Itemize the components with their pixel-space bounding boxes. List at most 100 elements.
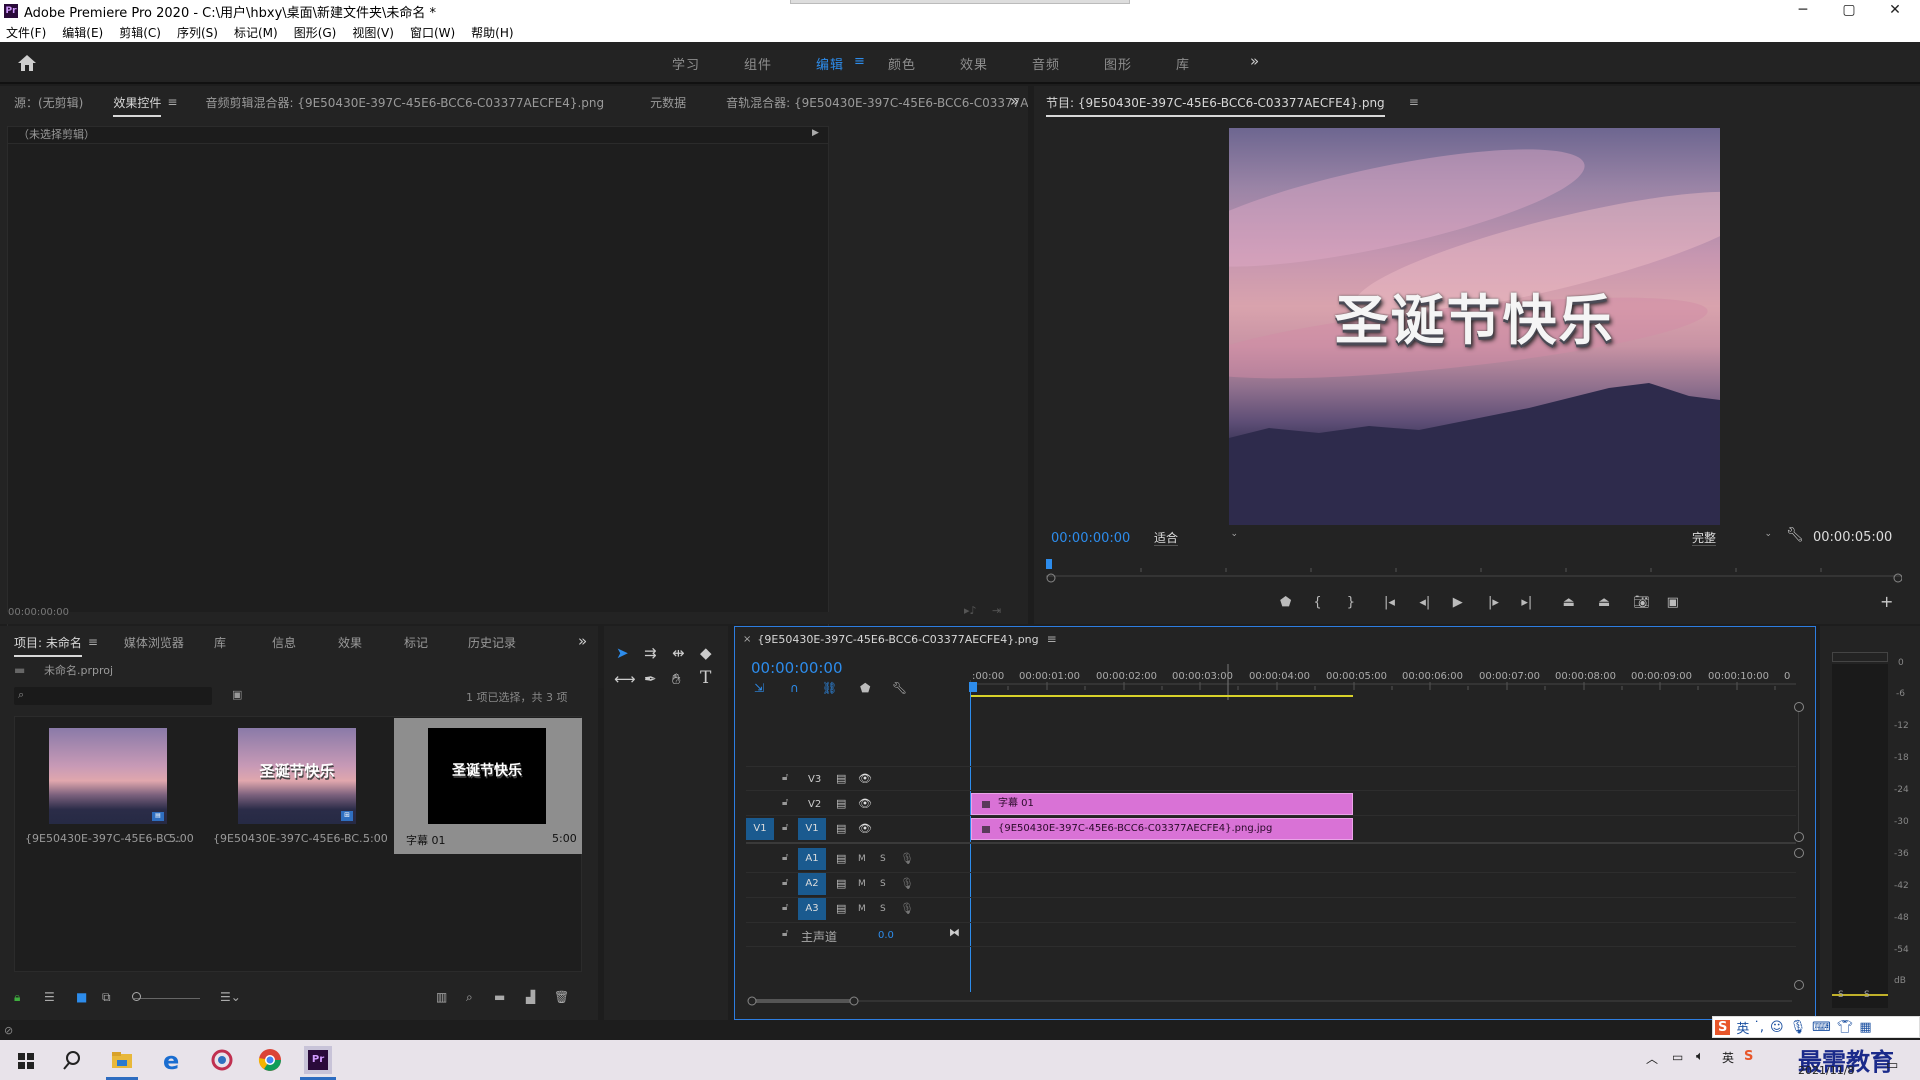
zoom-slider[interactable] — [134, 998, 200, 999]
ime-keyboard-icon[interactable]: ⌨ — [1812, 1020, 1831, 1035]
workspace-audio[interactable]: 音频 — [1032, 54, 1060, 73]
mark-out-icon[interactable]: } — [1347, 595, 1384, 610]
voice-over-mic-icon[interactable]: 🎙︎ — [900, 852, 914, 865]
play-icon[interactable]: ▶ — [1453, 595, 1488, 610]
workspace-graphics[interactable]: 图形 — [1104, 54, 1132, 73]
sort-icons-icon[interactable]: ☰⌄ — [220, 990, 241, 1004]
zoom-slider-handle[interactable] — [132, 992, 141, 1001]
tab-metadata[interactable]: 元数据 — [650, 94, 686, 111]
project-item-selected[interactable]: 圣诞节快乐 字幕 01 5:00 — [394, 718, 582, 854]
new-bin-from-search-icon[interactable]: ▣ — [232, 688, 242, 701]
menu-file[interactable]: 窗口(W) — [410, 24, 455, 41]
voice-over-mic-icon[interactable]: 🎙︎ — [900, 877, 914, 890]
premiere-pro-taskbar-icon[interactable]: Pr — [304, 1046, 332, 1074]
project-item[interactable]: ▤ {9E50430E-397C-45E6-BC... 5:00 — [17, 718, 197, 854]
project-search-input[interactable]: ⌕ — [14, 687, 212, 705]
menu-file[interactable]: 编辑(E) — [62, 24, 103, 41]
close-button[interactable]: ✕ — [1872, 0, 1918, 22]
track-target-a3[interactable]: A3 — [798, 898, 826, 920]
quality-dropdown[interactable]: 完整 ⌄ — [1692, 529, 1772, 546]
project-menu-icon[interactable]: ≡ — [88, 635, 98, 649]
find-icon[interactable]: ⌕ — [466, 990, 473, 1005]
export-frame-camera-icon[interactable]: 📷︎ — [1633, 595, 1666, 610]
chrome-icon[interactable] — [256, 1046, 284, 1074]
sequence-tab[interactable]: {9E50430E-397C-45E6-BCC6-C03377AECFE4}.p… — [757, 633, 1038, 646]
nest-icon[interactable]: ⇲ — [754, 681, 764, 695]
sync-lock-icon[interactable]: ▤ — [836, 822, 846, 835]
more-workspaces-icon[interactable]: » — [1250, 52, 1259, 70]
windows-start-icon[interactable] — [12, 1046, 40, 1074]
tray-volume-icon[interactable]: 🔈︎ — [1696, 1049, 1704, 1064]
list-view-icon[interactable]: ☰ — [44, 990, 55, 1004]
close-sequence-icon[interactable]: × — [743, 634, 751, 645]
new-item-icon[interactable]: ▟ — [526, 990, 535, 1004]
expand-timeline-icon[interactable]: ▶ — [812, 128, 819, 138]
go-to-in-icon[interactable]: |◂ — [1384, 595, 1419, 610]
ripple-edit-tool-icon[interactable]: ⇹ — [672, 644, 685, 662]
menu-file[interactable]: 视图(V) — [352, 24, 394, 41]
mark-in-icon[interactable]: { — [1313, 595, 1346, 610]
selection-tool-icon[interactable]: ➤ — [616, 644, 629, 662]
slip-tool-icon[interactable]: ⟷ — [614, 670, 636, 688]
sync-lock-icon[interactable]: ▤ — [836, 877, 846, 890]
export-icon[interactable]: ⇥ — [992, 604, 1001, 617]
time-ruler[interactable] — [970, 664, 1796, 700]
more-panels-icon[interactable]: » — [578, 632, 587, 650]
pen-tool-icon[interactable]: ✒︎ — [644, 670, 657, 688]
track-target-v1[interactable]: V1 — [798, 818, 826, 840]
ime-language[interactable]: 英 — [1736, 1018, 1749, 1037]
timeline-timecode[interactable]: 00:00:00:00 — [751, 659, 843, 677]
restore-button[interactable]: ▢ — [1826, 0, 1872, 22]
edge-browser-icon[interactable]: e — [158, 1046, 186, 1074]
tab-libraries[interactable]: 库 — [214, 634, 226, 651]
track-lock-icon[interactable]: 🔓︎ — [782, 822, 788, 833]
tray-sogou-icon[interactable]: S — [1744, 1049, 1753, 1064]
icon-view-icon[interactable]: ■ — [76, 990, 87, 1004]
tab-effect-controls[interactable]: 效果控件 — [113, 94, 162, 117]
new-bin-icon[interactable]: ▬ — [494, 990, 505, 1004]
menu-file[interactable]: 标记(M) — [234, 24, 278, 41]
menu-file[interactable]: 文件(F) — [6, 24, 46, 41]
meter-solo-right[interactable]: S — [1864, 990, 1870, 1000]
mute-button[interactable]: M — [858, 879, 866, 889]
wrench-icon[interactable]: 🔧︎ — [1786, 527, 1804, 543]
track-target-a2[interactable]: A2 — [798, 873, 826, 895]
ime-tools-icon[interactable]: ▦ — [1859, 1020, 1871, 1035]
track-lock-icon[interactable]: 🔓︎ — [782, 928, 788, 939]
menu-file[interactable]: 图形(G) — [294, 24, 337, 41]
more-panels-icon[interactable]: » — [1010, 92, 1019, 110]
solo-button[interactable]: S — [880, 904, 886, 914]
audio-scroll-handle[interactable] — [1794, 848, 1804, 858]
workspace-assembly[interactable]: 组件 — [744, 54, 772, 73]
track-lock-icon[interactable]: 🔓︎ — [782, 772, 788, 783]
workspace-effects[interactable]: 效果 — [960, 54, 988, 73]
timeline-clip-caption[interactable]: 字幕 01 — [971, 793, 1353, 815]
filter-icon[interactable]: ▸♪ — [964, 604, 977, 617]
ime-punctuation-icon[interactable]: ˙, — [1753, 1020, 1764, 1035]
freeform-view-icon[interactable]: ⧉ — [102, 990, 111, 1005]
meter-solo-left[interactable]: S — [1838, 990, 1844, 1000]
program-title[interactable]: 节目: {9E50430E-397C-45E6-BCC6-C03377AECFE… — [1046, 94, 1385, 117]
menu-file[interactable]: 序列(S) — [177, 24, 218, 41]
tab-audio-track-mixer[interactable]: 音轨混合器: {9E50430E-397C-45E6-BCC6-C03377AE… — [726, 94, 1028, 111]
ime-emoji-icon[interactable]: ☺ — [1770, 1020, 1784, 1035]
step-back-icon[interactable]: ◂| — [1419, 595, 1452, 610]
app-icon[interactable] — [208, 1046, 236, 1074]
workspace-learn[interactable]: 学习 — [672, 54, 700, 73]
sogou-logo-icon[interactable]: S — [1715, 1019, 1731, 1035]
automate-to-sequence-icon[interactable]: ▥ — [436, 990, 447, 1004]
track-select-tool-icon[interactable]: ⇉ — [644, 644, 657, 662]
notification-center-icon[interactable]: ▭ — [1886, 1058, 1898, 1073]
mute-button[interactable]: M — [858, 904, 866, 914]
audio-scroll-handle[interactable] — [1794, 980, 1804, 990]
ime-voice-icon[interactable]: 🎙︎ — [1790, 1020, 1807, 1035]
sequence-menu-icon[interactable]: ≡ — [1047, 632, 1057, 646]
timeline-settings-wrench-icon[interactable]: 🔧︎ — [892, 681, 907, 695]
workspace-libraries[interactable]: 库 — [1176, 54, 1190, 73]
go-to-out-icon[interactable]: ▸| — [1521, 595, 1562, 610]
search-icon[interactable] — [58, 1046, 86, 1074]
lift-icon[interactable]: ⏏ — [1563, 595, 1598, 610]
solo-button[interactable]: S — [880, 854, 886, 864]
eye-icon[interactable]: 👁︎ — [858, 822, 872, 835]
mute-button[interactable]: M — [858, 854, 866, 864]
